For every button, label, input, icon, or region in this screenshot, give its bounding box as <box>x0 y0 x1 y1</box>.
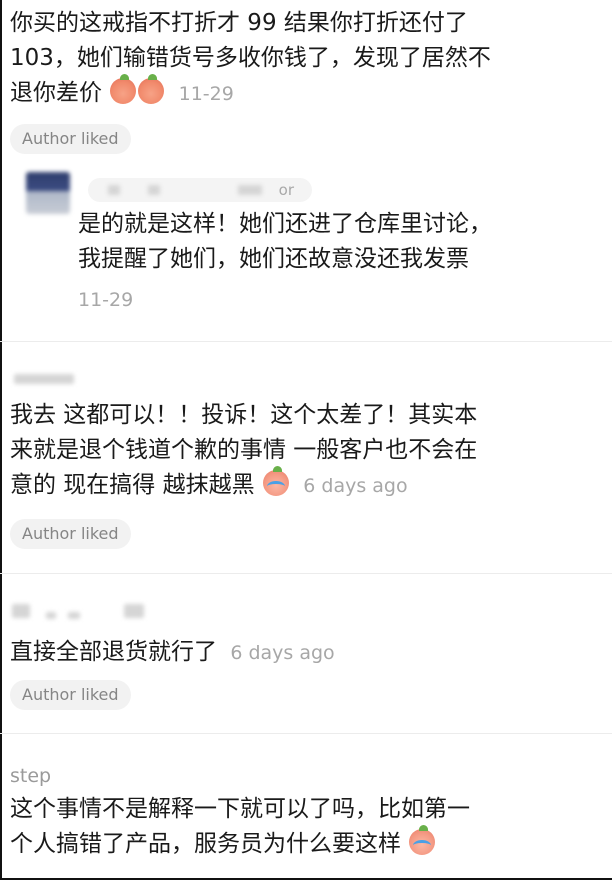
comment-text: 我去 这都可以！！投诉！这个太差了！其实本 来就是退个钱道个歉的事情 一般客户也… <box>10 398 602 504</box>
comment-line: 意的 现在搞得 越抹越黑 <box>10 472 255 498</box>
comment-time[interactable]: 11-29 <box>179 83 234 105</box>
reply-line: 我提醒了她们，她们还故意没还我发票 <box>78 246 469 272</box>
username-suffix: or <box>278 181 294 199</box>
comment-line: 个人搞错了产品，服务员为什么要这样 <box>10 831 401 857</box>
crying-peach-icon <box>409 825 436 855</box>
username-blur <box>238 185 262 195</box>
avatar[interactable] <box>26 172 70 214</box>
comment-line: 直接全部退货就行了 <box>10 639 217 665</box>
comment-line: 这个事情不是解释一下就可以了吗，比如第一 <box>10 796 470 822</box>
author-liked-badge: Author liked <box>10 680 131 710</box>
comment-line: 103，她们输错货号多收你钱了，发现了居然不 <box>10 45 491 71</box>
divider <box>0 573 612 574</box>
peach-face-icon <box>110 74 137 104</box>
blurred-username <box>124 604 144 618</box>
comment-text: 直接全部退货就行了 6 days ago <box>10 635 602 671</box>
reply-time[interactable]: 11-29 <box>78 289 133 311</box>
blurred-username[interactable] <box>12 604 30 618</box>
reply-line: 是的就是这样！她们还进了仓库里讨论， <box>78 211 492 237</box>
comment-time[interactable]: 6 days ago <box>230 642 334 664</box>
comment-line: 退你差价 <box>10 80 102 106</box>
blurred-username <box>46 612 56 619</box>
author-liked-badge: Author liked <box>10 124 131 154</box>
comment-text: 这个事情不是解释一下就可以了吗，比如第一 个人搞错了产品，服务员为什么要这样 <box>10 792 602 862</box>
reply-text: 是的就是这样！她们还进了仓库里讨论， 我提醒了她们，她们还故意没还我发票 <box>78 207 598 277</box>
blurred-username[interactable] <box>14 374 74 384</box>
username-blur <box>108 185 120 195</box>
comment-line: 你买的这戒指不打折才 99 结果你打折还付了 <box>10 10 468 36</box>
comment-line: 我去 这都可以！！投诉！这个太差了！其实本 <box>10 402 478 428</box>
comment-line: 来就是退个钱道个歉的事情 一般客户也不会在 <box>10 437 478 463</box>
reply-username[interactable]: or <box>88 178 312 202</box>
username-blur <box>148 185 160 195</box>
blurred-username <box>68 612 80 619</box>
comment-username[interactable]: step <box>10 765 51 787</box>
peach-face-icon <box>138 74 165 104</box>
divider <box>0 341 612 342</box>
author-liked-badge: Author liked <box>10 519 131 549</box>
comment-time[interactable]: 6 days ago <box>303 475 407 497</box>
crying-peach-icon <box>262 466 289 496</box>
comment-text: 你买的这戒指不打折才 99 结果你打折还付了 103，她们输错货号多收你钱了，发… <box>10 6 602 112</box>
divider <box>0 733 612 734</box>
